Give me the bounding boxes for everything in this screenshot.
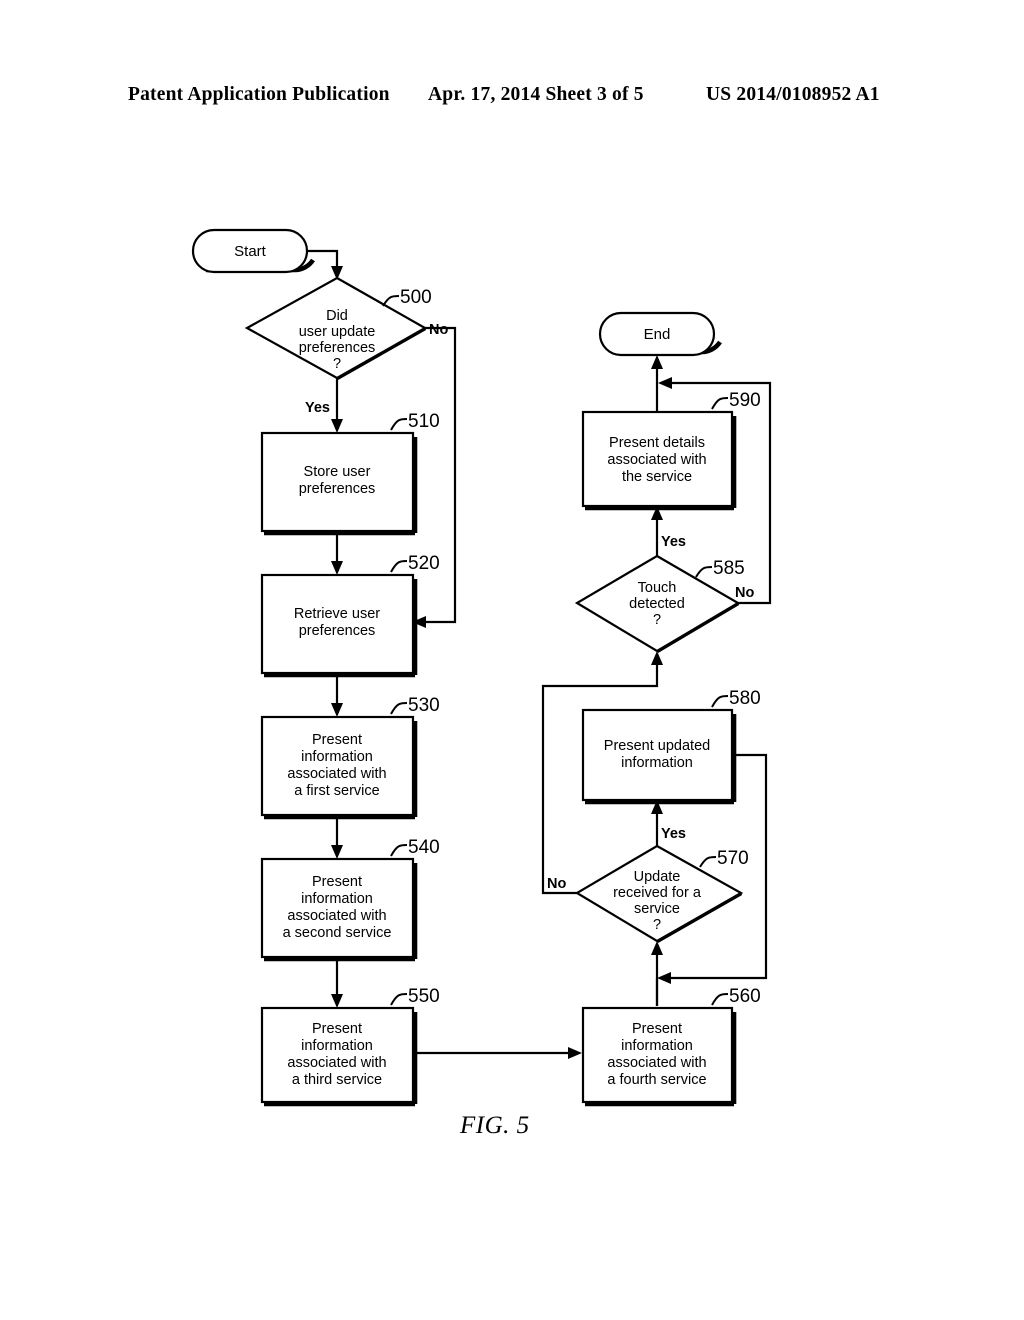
node-start: Start: [191, 228, 315, 274]
node-570-line-2: received for a: [613, 885, 702, 901]
branch-label-500-yes: Yes: [305, 400, 330, 416]
node-520-process: Retrieve user preferences: [260, 573, 418, 678]
ref-numeral-590: 590: [729, 390, 761, 411]
connector-start-to-500: [307, 249, 343, 280]
node-500-line-3: preferences: [299, 340, 376, 356]
node-560-process: Present information associated with a fo…: [581, 1006, 737, 1107]
figure-caption: FIG. 5: [460, 1112, 530, 1139]
node-550-process: Present information associated with a th…: [260, 1006, 418, 1107]
node-510-line-1: Store user: [304, 464, 371, 480]
node-590-process: Present details associated with the serv…: [581, 410, 737, 511]
node-560-line-4: a fourth service: [607, 1072, 706, 1088]
node-530-line-2: information: [301, 749, 373, 765]
node-580-process: Present updated information: [581, 708, 737, 805]
node-540-line-1: Present: [312, 874, 362, 890]
node-540-process: Present information associated with a se…: [260, 857, 418, 962]
connector-520-to-530: [331, 673, 343, 717]
branch-label-570-no: No: [547, 876, 566, 892]
connector-500yes-to-510: [331, 378, 343, 433]
node-500-line-2: user update: [299, 324, 376, 340]
ref-leader-510: 510: [390, 411, 440, 432]
node-560-line-2: information: [621, 1038, 693, 1054]
ref-leader-590: 590: [711, 390, 761, 411]
ref-leader-530: 530: [390, 695, 440, 716]
ref-numeral-530: 530: [408, 695, 440, 716]
ref-leader-580: 580: [711, 688, 761, 709]
patent-page: Patent Application Publication Apr. 17, …: [0, 0, 1024, 1320]
node-510-line-2: preferences: [299, 481, 376, 497]
node-590-line-1: Present details: [609, 435, 705, 451]
node-530-line-1: Present: [312, 732, 362, 748]
connector-540-to-550: [331, 957, 343, 1008]
node-550-line-2: information: [301, 1038, 373, 1054]
node-560-line-3: associated with: [607, 1055, 706, 1071]
branch-label-585-no: No: [735, 585, 754, 601]
ref-numeral-540: 540: [408, 837, 440, 858]
node-590-line-2: associated with: [607, 452, 706, 468]
connector-510-to-520: [331, 531, 343, 575]
branch-label-585-yes: Yes: [661, 534, 686, 550]
node-550-line-4: a third service: [292, 1072, 382, 1088]
node-570-line-4: ?: [653, 917, 661, 933]
connector-560-to-570: [651, 941, 663, 1006]
ref-numeral-585: 585: [713, 558, 745, 579]
ref-leader-560: 560: [711, 986, 761, 1007]
ref-leader-540: 540: [390, 837, 440, 858]
ref-leader-570: 570: [699, 848, 749, 869]
ref-numeral-500: 500: [400, 287, 432, 308]
node-510-process: Store user preferences: [260, 431, 418, 536]
branch-label-570-yes: Yes: [661, 826, 686, 842]
node-530-process: Present information associated with a fi…: [260, 715, 418, 820]
node-585-line-3: ?: [653, 612, 661, 628]
node-550-line-1: Present: [312, 1021, 362, 1037]
node-start-label: Start: [234, 243, 267, 260]
ref-numeral-550: 550: [408, 986, 440, 1007]
node-530-line-3: associated with: [287, 766, 386, 782]
node-585-line-2: detected: [629, 596, 685, 612]
node-500-decision: Did user update preferences ?: [244, 276, 428, 380]
node-520-line-1: Retrieve user: [294, 606, 380, 622]
node-560-line-1: Present: [632, 1021, 682, 1037]
ref-numeral-510: 510: [408, 411, 440, 432]
node-540-line-2: information: [301, 891, 373, 907]
node-end: End: [598, 311, 722, 357]
connector-550-to-560: [413, 1047, 582, 1059]
node-590-line-3: the service: [622, 469, 692, 485]
ref-numeral-580: 580: [729, 688, 761, 709]
connector-500no-to-520: [412, 326, 457, 628]
ref-numeral-570: 570: [717, 848, 749, 869]
ref-leader-520: 520: [390, 553, 440, 574]
node-585-line-1: Touch: [638, 580, 677, 596]
node-570-line-1: Update: [634, 869, 681, 885]
node-500-line-1: Did: [326, 308, 348, 324]
node-540-line-3: associated with: [287, 908, 386, 924]
connector-530-to-540: [331, 815, 343, 859]
node-520-line-2: preferences: [299, 623, 376, 639]
node-530-line-4: a first service: [294, 783, 379, 799]
ref-numeral-520: 520: [408, 553, 440, 574]
node-550-line-3: associated with: [287, 1055, 386, 1071]
branch-label-500-no: No: [429, 322, 448, 338]
node-500-line-4: ?: [333, 356, 341, 372]
ref-leader-585: 585: [695, 558, 745, 579]
ref-numeral-560: 560: [729, 986, 761, 1007]
node-580-line-1: Present updated: [604, 738, 710, 754]
node-540-line-4: a second service: [283, 925, 392, 941]
node-580-line-2: information: [621, 755, 693, 771]
ref-leader-550: 550: [390, 986, 440, 1007]
node-end-label: End: [644, 326, 671, 343]
ref-leader-500: 500: [382, 287, 432, 308]
node-570-line-3: service: [634, 901, 680, 917]
